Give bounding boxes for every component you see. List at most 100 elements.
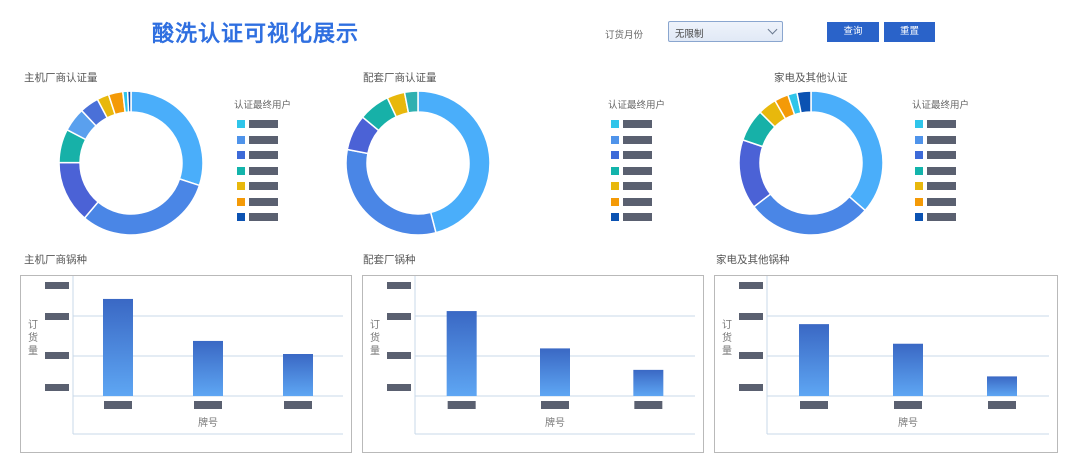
legend-swatch [611, 135, 619, 144]
legend-item[interactable] [608, 135, 665, 152]
legend-label-redacted [249, 151, 278, 159]
legend-label-redacted [249, 213, 278, 221]
bar[interactable] [446, 311, 477, 396]
y-tick-label-redacted [45, 352, 69, 359]
legend-item[interactable] [234, 182, 291, 198]
y-tick-label-redacted [387, 282, 411, 289]
donut-slice[interactable] [417, 90, 491, 234]
legend-swatch [611, 166, 619, 175]
donut-slice[interactable] [345, 148, 437, 236]
legend-swatch [915, 120, 923, 128]
legend-appliance: 认证最终用户 [912, 97, 969, 229]
y-tick-label-redacted [387, 352, 411, 359]
x-tick-label-redacted [541, 401, 569, 409]
legend-label-redacted [623, 166, 652, 175]
y-tick-label-redacted [45, 282, 69, 289]
legend-label-redacted [927, 182, 956, 190]
legend-label-redacted [927, 213, 956, 221]
y-axis-label: 订货量 [370, 319, 380, 357]
bar[interactable] [799, 324, 829, 396]
donut-slice[interactable] [83, 177, 201, 236]
legend-item[interactable] [608, 166, 665, 183]
bar[interactable] [540, 348, 570, 396]
y-tick-label-redacted [387, 384, 411, 391]
bar[interactable] [193, 340, 223, 396]
bar[interactable] [987, 376, 1017, 396]
donut-slice[interactable] [738, 138, 772, 208]
legend-item[interactable] [912, 213, 969, 229]
legend-item[interactable] [912, 197, 969, 214]
y-tick-label-redacted [739, 313, 763, 320]
bar-panel-host: 订货量 牌号 [20, 275, 352, 453]
legend-swatch [237, 135, 245, 144]
chevron-down-icon [767, 24, 778, 35]
y-tick-label-redacted [45, 313, 69, 320]
legend-item[interactable] [912, 166, 969, 183]
legend-swatch [611, 213, 619, 221]
bar-chart-appliance: 订货量牌号 [722, 276, 1049, 435]
donut-slice[interactable] [130, 90, 204, 187]
legend-swatch [915, 166, 923, 175]
legend-item[interactable] [608, 151, 665, 167]
legend-item[interactable] [608, 120, 665, 136]
query-button[interactable]: 查询 [827, 22, 879, 42]
bar[interactable] [103, 298, 133, 396]
legend-item[interactable] [912, 120, 969, 136]
legend-label-redacted [927, 151, 956, 159]
legend-label-redacted [927, 120, 956, 128]
legend-swatch [611, 182, 619, 190]
donut-slice[interactable] [752, 192, 867, 236]
legend-label-redacted [249, 135, 278, 144]
x-tick-label-redacted [194, 401, 222, 409]
x-tick-label-redacted [634, 401, 663, 409]
legend-swatch [915, 135, 923, 144]
bar-panel-supporting: 订货量 牌号 [362, 275, 704, 453]
legend-label-redacted [623, 213, 652, 221]
legend-label-redacted [249, 120, 278, 128]
legend-item[interactable] [234, 197, 291, 214]
legend-item[interactable] [234, 151, 291, 167]
order-month-select[interactable]: 无限制 [668, 21, 783, 42]
donut-slice[interactable] [126, 90, 132, 113]
legend-swatch [237, 197, 245, 206]
legend-label-redacted [249, 197, 278, 206]
bar-chart-host: 订货量牌号 [28, 276, 343, 435]
donut-title-host: 主机厂商认证量 [24, 72, 98, 84]
reset-button[interactable]: 重置 [884, 22, 935, 42]
legend-swatch [237, 166, 245, 175]
legend-item[interactable] [608, 182, 665, 198]
donut-slice[interactable] [58, 161, 100, 220]
x-axis-label: 牌号 [898, 416, 918, 429]
bar[interactable] [633, 369, 664, 396]
legend-item[interactable] [912, 135, 969, 152]
donut-title-appliance: 家电及其他认证 [774, 72, 848, 84]
y-tick-label-redacted [45, 384, 69, 391]
legend-label-redacted [927, 197, 956, 206]
legend-item[interactable] [608, 213, 665, 229]
legend-supporting: 认证最终用户 [608, 97, 665, 229]
legend-label-redacted [249, 166, 278, 175]
legend-item[interactable] [608, 197, 665, 214]
legend-label-redacted [927, 166, 956, 175]
x-axis-label: 牌号 [198, 416, 218, 429]
legend-swatch [915, 151, 923, 159]
x-tick-label-redacted [894, 401, 922, 409]
bar-panel-appliance: 订货量 牌号 [714, 275, 1058, 453]
legend-label-redacted [623, 135, 652, 144]
legend-swatch [611, 197, 619, 206]
legend-item[interactable] [912, 151, 969, 167]
bar[interactable] [893, 343, 923, 396]
donut-slice[interactable] [810, 90, 884, 212]
x-tick-label-redacted [800, 401, 828, 409]
legend-swatch [237, 182, 245, 190]
order-month-value: 无限制 [675, 29, 704, 40]
legend-label-redacted [249, 182, 278, 190]
legend-item[interactable] [234, 120, 291, 136]
legend-item[interactable] [912, 182, 969, 198]
legend-item[interactable] [234, 213, 291, 229]
bar-title-supporting: 配套厂锅种 [363, 254, 416, 266]
legend-swatch [237, 120, 245, 128]
bar[interactable] [283, 354, 313, 396]
legend-item[interactable] [234, 166, 291, 183]
legend-item[interactable] [234, 135, 291, 152]
